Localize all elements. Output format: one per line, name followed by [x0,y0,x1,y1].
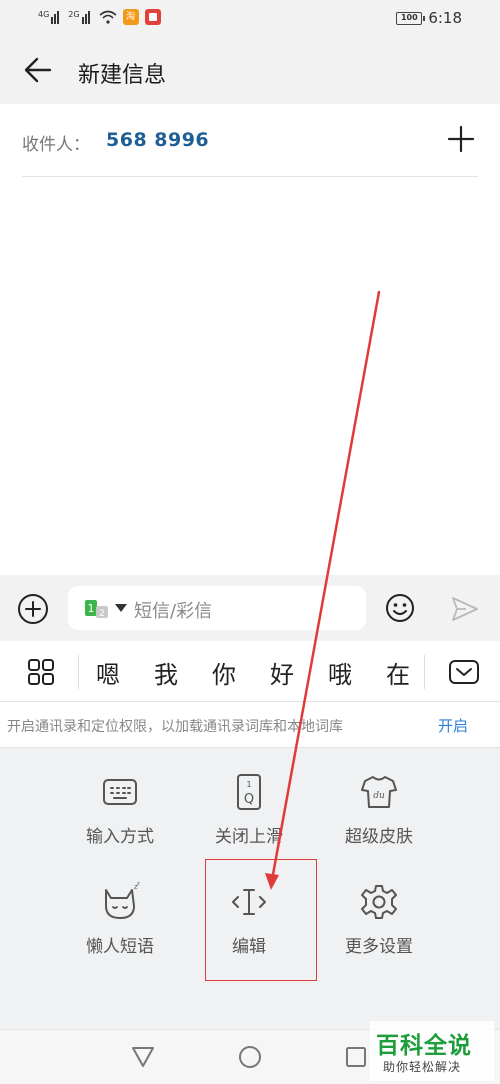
tile-more-settings[interactable]: 更多设置 [304,880,454,980]
tshirt-icon: du [361,776,397,808]
divider [424,655,425,689]
taobao-app-icon: 淘 [122,9,139,25]
tile-label: 关闭上滑 [215,827,283,847]
sim-dropdown-caret-icon[interactable] [115,604,127,612]
keyboard-icon [103,779,137,805]
grid-menu-icon[interactable] [26,657,56,687]
back-arrow-icon[interactable] [18,50,58,90]
tile-label: 超级皮肤 [345,827,413,847]
tile-input-method[interactable]: 输入方式 [45,770,195,870]
candidate-word[interactable]: 好 [262,655,302,690]
add-circle-icon[interactable] [16,592,50,626]
plus-icon[interactable] [446,124,476,154]
sim1-network-type: 4G [38,10,50,19]
permission-banner: 开启通讯录和定位权限，以加载通讯录词库和本地词库 开启 [0,702,500,748]
swipe-toggle-icon: 1 Q [237,774,261,810]
permission-open-button[interactable]: 开启 [438,715,468,736]
nav-recent-icon[interactable] [344,1045,368,1069]
app-bar: 新建信息 [0,36,500,104]
nav-home-icon[interactable] [237,1044,263,1070]
gear-icon [361,885,397,919]
wifi-icon [99,10,117,24]
svg-text:1: 1 [88,602,95,615]
candidate-bar: 嗯 我 你 好 哦 在 [0,641,500,702]
dual-sim-icon[interactable]: 1 2 [84,599,110,619]
signal-icon: 4G [38,10,62,24]
message-input[interactable]: 1 2 短信/彩信 [68,586,366,630]
send-icon[interactable] [450,595,480,623]
tile-label: 输入方式 [86,827,154,847]
candidate-word[interactable]: 我 [146,655,186,690]
sleeping-cat-icon: z z [105,882,140,919]
svg-text:1: 1 [246,780,251,789]
watermark-title: 百科全说 [376,1033,472,1059]
status-left: 4G 2G 淘 [38,9,161,25]
tile-close-swipe[interactable]: 1 Q 关闭上滑 [174,770,324,870]
recipient-row[interactable]: 收件人： 568 8996 [22,104,478,177]
tile-super-skin[interactable]: du 超级皮肤 [304,770,454,870]
candidate-word[interactable]: 你 [204,655,244,690]
red-app-icon [144,9,161,25]
compose-bar: 1 2 短信/彩信 [0,575,500,641]
svg-text:Q: Q [244,792,254,807]
clock: 6:18 [428,9,462,27]
collapse-keyboard-icon[interactable] [448,659,480,685]
page-title: 新建信息 [78,63,167,88]
nav-back-icon[interactable] [130,1045,156,1069]
tile-label: 懒人短语 [86,937,154,957]
svg-text:du: du [373,791,385,801]
divider [78,655,79,689]
candidate-word[interactable]: 哦 [320,655,360,690]
candidate-word[interactable]: 在 [378,655,418,690]
signal-icon: 2G [68,10,92,24]
battery-icon: 100 [396,11,426,25]
permission-text: 开启通讯录和定位权限，以加载通讯录词库和本地词库 [7,719,343,735]
recipient-label: 收件人： [22,135,90,155]
watermark-logo: 百科全说 助你轻松解决 [370,1021,494,1081]
candidate-word[interactable]: 嗯 [88,655,128,690]
tile-label: 更多设置 [345,937,413,957]
annotation-highlight-box [205,859,317,981]
recipient-number[interactable]: 568 8996 [106,129,209,151]
status-right: 100 6:18 [396,9,462,27]
svg-text:2: 2 [99,609,105,619]
status-bar: 4G 2G 淘 100 6:18 [0,0,500,36]
svg-text:z: z [137,882,140,887]
sim2-network-type: 2G [68,10,80,19]
watermark-subtitle: 助你轻松解决 [383,1060,462,1074]
message-placeholder: 短信/彩信 [134,601,213,622]
smiley-icon[interactable] [384,592,416,624]
tile-lazy-phrases[interactable]: z z 懒人短语 [45,880,195,980]
